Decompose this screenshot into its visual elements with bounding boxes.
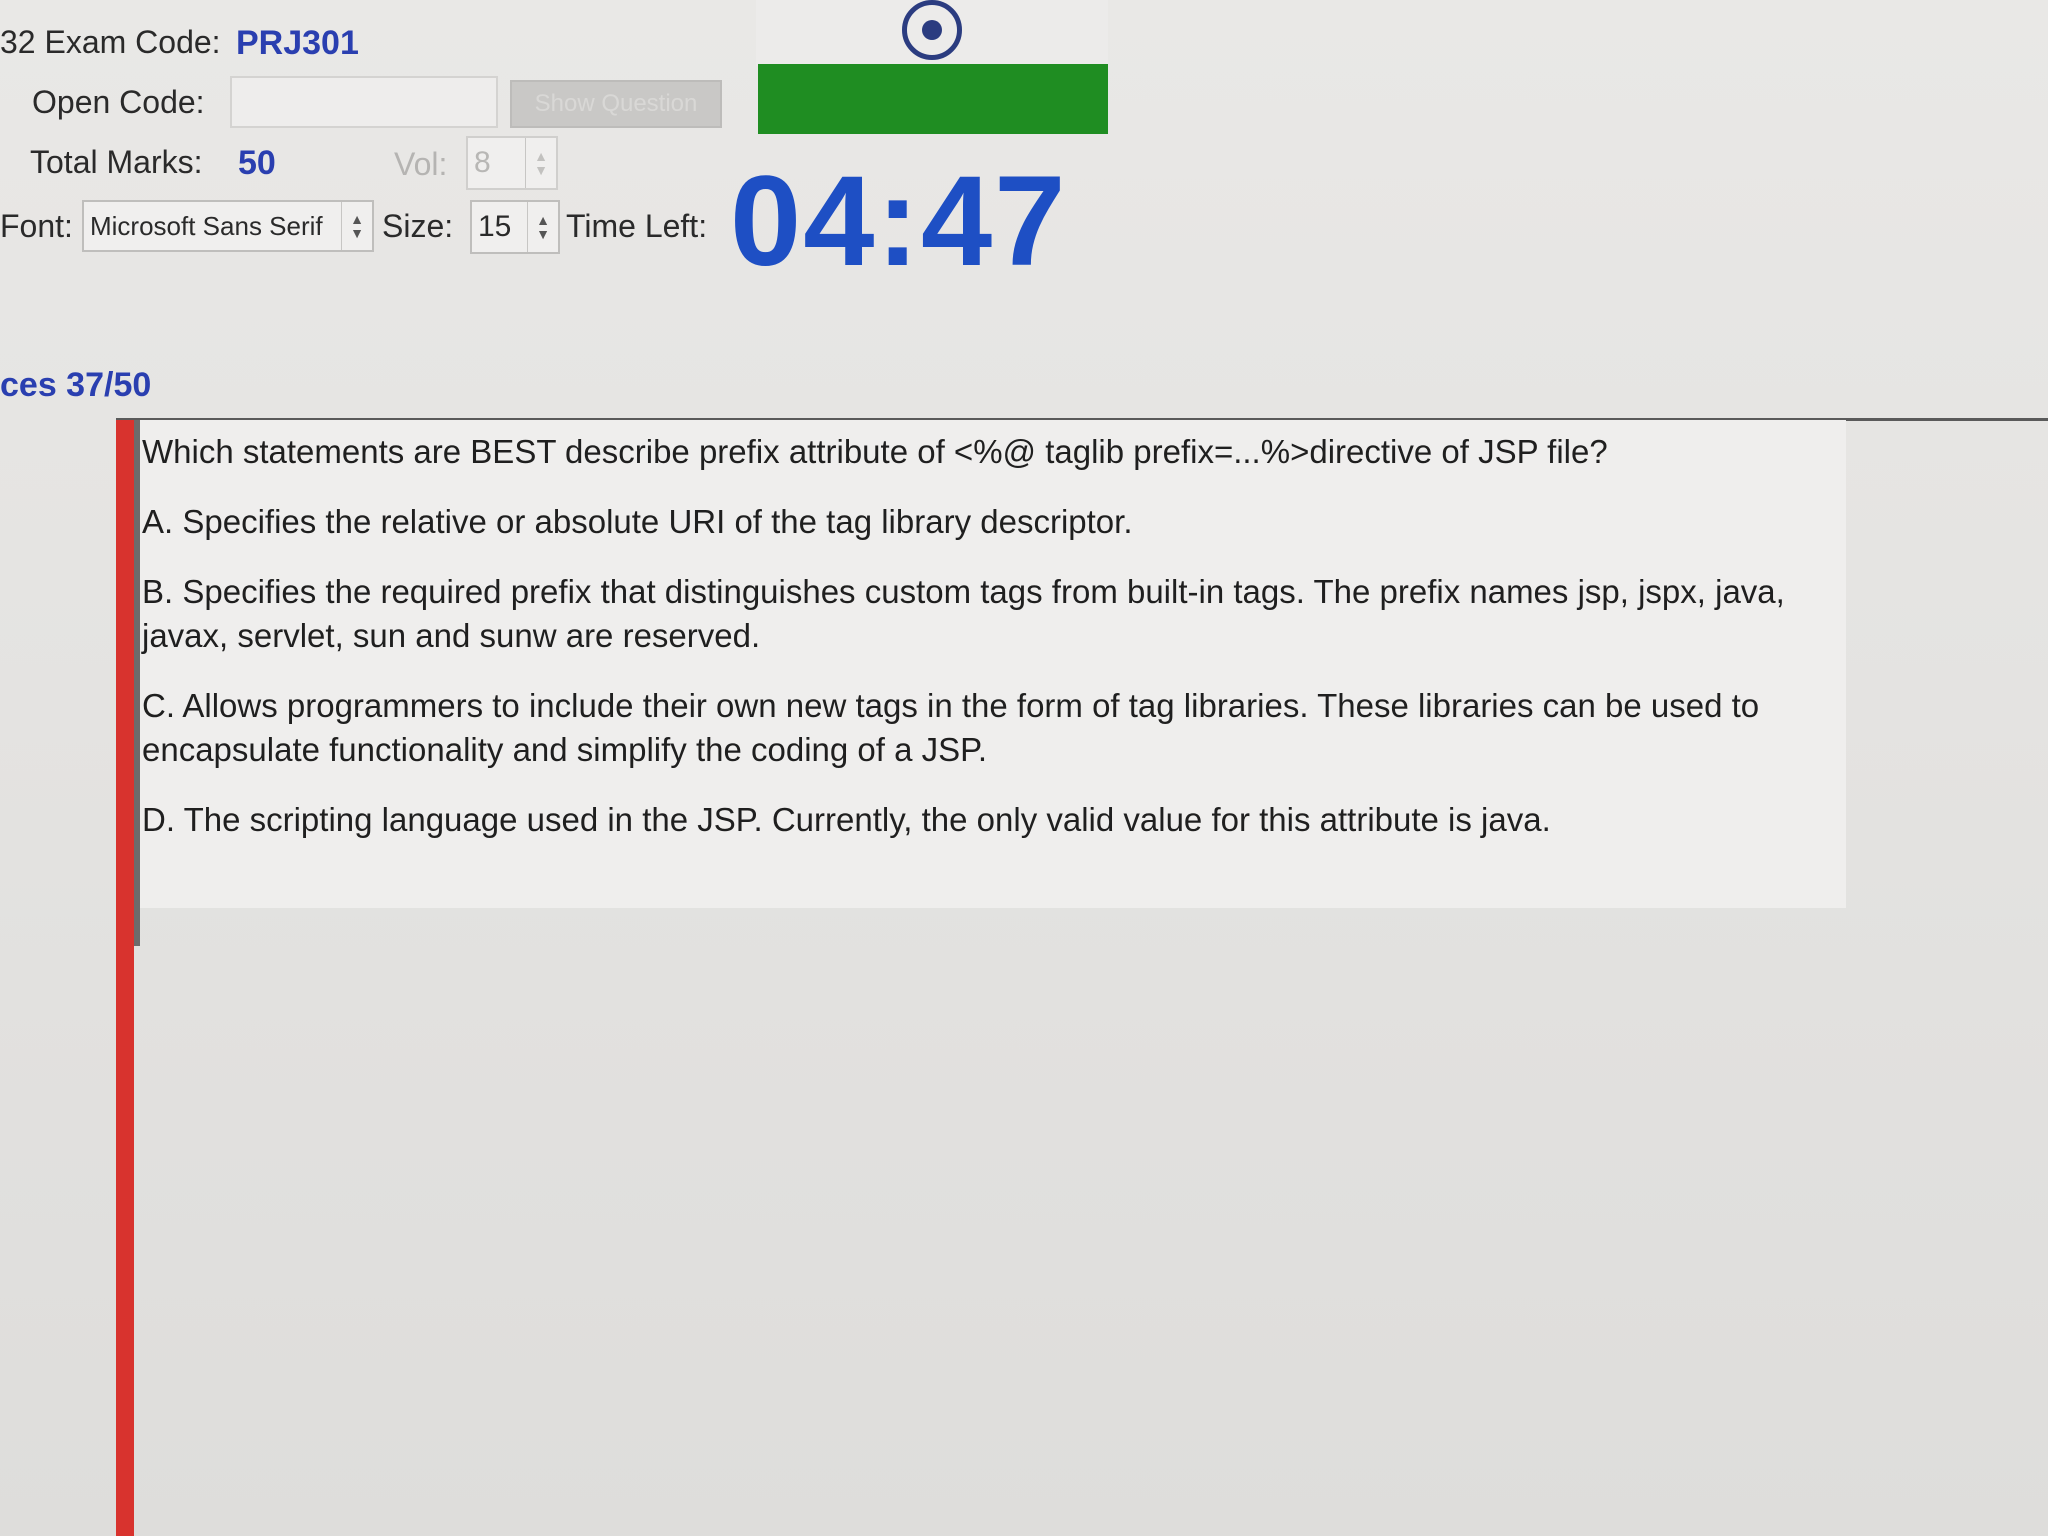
exam-code-value: PRJ301 xyxy=(236,24,359,62)
option-a: A. Specifies the relative or absolute UR… xyxy=(142,503,1133,540)
flag-green-band xyxy=(758,64,1108,134)
question-progress: ces 37/50 xyxy=(0,366,152,404)
vol-stepper[interactable]: 8 ▲ ▼ xyxy=(466,136,558,190)
font-label: Font: xyxy=(0,208,73,244)
ashoka-chakra-icon xyxy=(902,0,962,60)
time-left-countdown: 04:47 xyxy=(730,150,1068,293)
size-stepper-buttons[interactable]: ▲ ▼ xyxy=(527,202,558,252)
open-code-input[interactable] xyxy=(230,76,498,128)
font-select[interactable]: Microsoft Sans Serif ▲ ▼ xyxy=(82,200,374,252)
option-b: B. Specifies the required prefix that di… xyxy=(142,573,1785,654)
open-code-label: Open Code: xyxy=(32,84,205,120)
font-select-buttons[interactable]: ▲ ▼ xyxy=(341,202,372,250)
vol-stepper-buttons[interactable]: ▲ ▼ xyxy=(525,138,556,188)
show-question-button[interactable]: Show Question xyxy=(510,80,722,128)
chakra-center xyxy=(922,20,942,40)
question-accent-bar xyxy=(116,420,134,1536)
exam-client-window: 32 Exam Code: PRJ301 Open Code: Show Que… xyxy=(0,0,2048,1536)
question-stem: Which statements are BEST describe prefi… xyxy=(142,433,1608,470)
vol-value: 8 xyxy=(474,146,491,179)
option-c: C. Allows programmers to include their o… xyxy=(142,687,1760,768)
chevron-down-icon[interactable]: ▼ xyxy=(534,163,548,177)
option-d: D. The scripting language used in the JS… xyxy=(142,801,1551,838)
chevron-up-icon[interactable]: ▲ xyxy=(534,149,548,163)
font-select-value: Microsoft Sans Serif xyxy=(90,210,323,241)
size-stepper[interactable]: 15 ▲ ▼ xyxy=(470,200,560,254)
size-value: 15 xyxy=(478,210,512,243)
chevron-up-icon[interactable]: ▲ xyxy=(350,212,364,226)
exam-code-label: 32 Exam Code: xyxy=(0,24,221,60)
total-marks-value: 50 xyxy=(238,144,276,182)
total-marks-label: Total Marks: xyxy=(30,144,203,180)
size-label: Size: xyxy=(382,208,454,244)
chevron-down-icon[interactable]: ▼ xyxy=(536,227,550,241)
time-left-label: Time Left: xyxy=(566,208,708,244)
chevron-up-icon[interactable]: ▲ xyxy=(536,213,550,227)
chevron-down-icon[interactable]: ▼ xyxy=(350,226,364,240)
vol-label: Vol: xyxy=(394,146,448,182)
question-panel: Which statements are BEST describe prefi… xyxy=(140,420,1846,908)
